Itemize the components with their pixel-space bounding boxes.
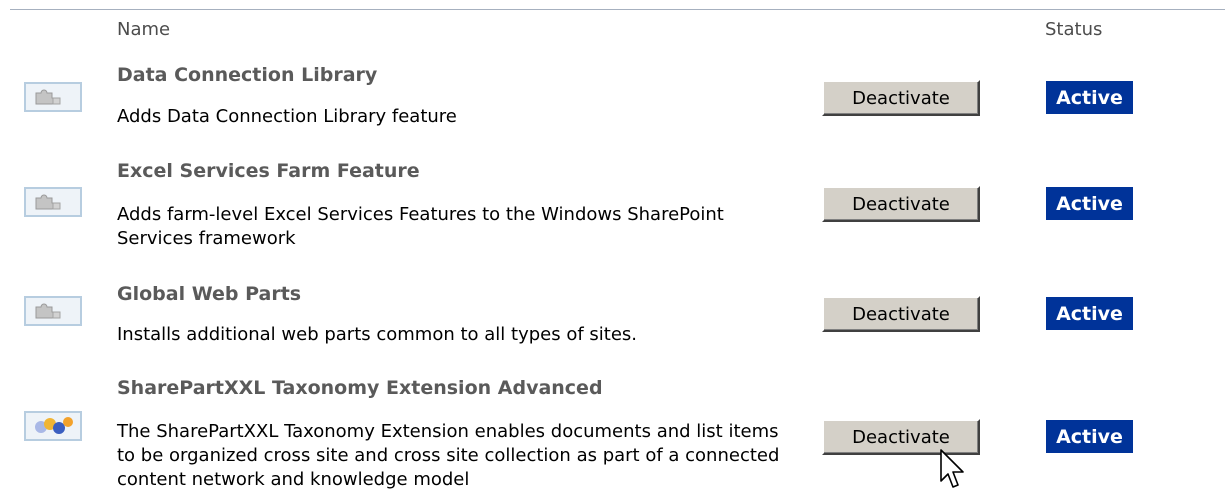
feature-puzzle-icon xyxy=(24,296,82,326)
status-badge: Active xyxy=(1046,81,1133,114)
feature-description: The SharePartXXL Taxonomy Extension enab… xyxy=(117,421,780,490)
status-badge: Active xyxy=(1046,297,1133,330)
feature-description: Installs additional web parts common to … xyxy=(117,324,638,345)
feature-title: Global Web Parts xyxy=(117,283,302,305)
mouse-cursor-icon xyxy=(940,449,964,488)
sharepartxxl-logo-icon xyxy=(24,411,82,441)
deactivate-button[interactable]: Deactivate xyxy=(822,186,980,222)
feature-title: Data Connection Library xyxy=(117,64,378,86)
feature-title: Excel Services Farm Feature xyxy=(117,160,420,182)
top-divider xyxy=(10,9,1225,10)
feature-description: Adds farm-level Excel Services Features … xyxy=(117,204,724,249)
status-badge: Active xyxy=(1046,420,1133,453)
feature-title: SharePartXXL Taxonomy Extension Advanced xyxy=(117,377,603,399)
feature-description: Adds Data Connection Library feature xyxy=(117,106,457,127)
deactivate-button[interactable]: Deactivate xyxy=(822,296,980,332)
status-badge: Active xyxy=(1046,187,1133,220)
deactivate-button[interactable]: Deactivate xyxy=(822,80,980,116)
column-header-name: Name xyxy=(117,19,171,40)
feature-puzzle-icon xyxy=(24,187,82,217)
column-header-status: Status xyxy=(1045,19,1103,40)
feature-puzzle-icon xyxy=(24,82,82,112)
